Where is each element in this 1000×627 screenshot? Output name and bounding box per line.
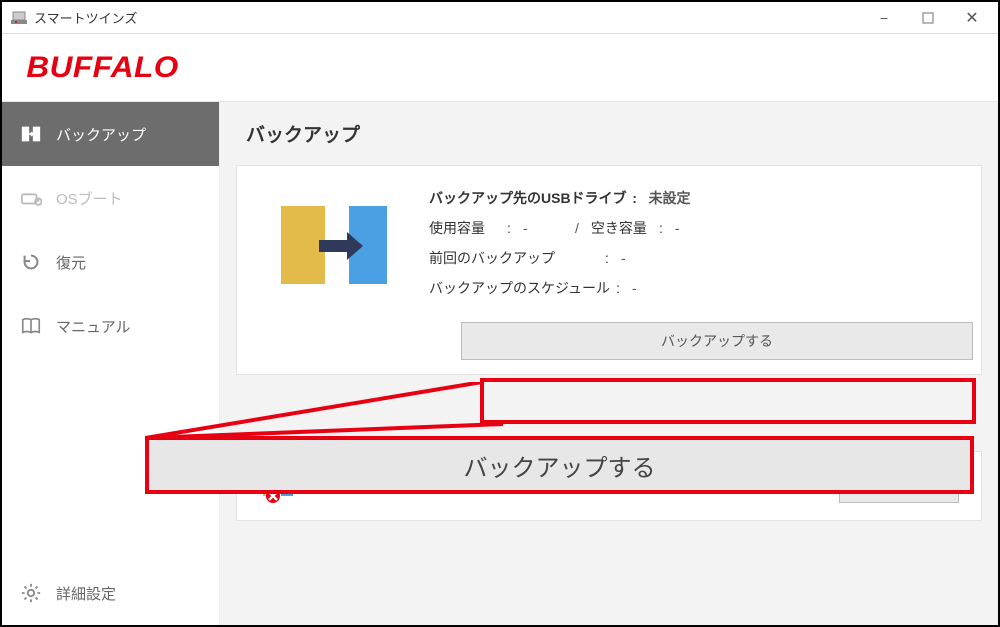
sidebar-item-settings[interactable]: 詳細設定 (2, 561, 219, 625)
sidebar-label: マニュアル (56, 316, 131, 337)
backup-illustration-icon (263, 196, 403, 296)
main-content: バックアップ バックアップ先のUSBドライブ : 未設定 (220, 102, 998, 625)
window-title: スマートツインズ (34, 8, 862, 27)
dest-label: バックアップ先のUSBドライブ (429, 188, 627, 208)
restore-icon (20, 251, 42, 273)
used-label: 使用容量 (429, 218, 501, 238)
minimize-button[interactable]: − (862, 3, 906, 33)
free-value: - (675, 220, 680, 236)
used-value: - (523, 220, 563, 236)
sidebar-item-backup[interactable]: バックアップ (2, 102, 219, 166)
window-titlebar: スマートツインズ − ✕ (2, 2, 998, 34)
annotation-highlight-large: バックアップする (145, 436, 974, 494)
backup-info: バックアップ先のUSBドライブ : 未設定 使用容量 : - / 空き容量 : … (429, 188, 959, 308)
manual-icon (20, 315, 42, 337)
sidebar-label: 詳細設定 (56, 583, 116, 604)
sidebar-item-restore[interactable]: 復元 (2, 230, 219, 294)
backup-icon (20, 123, 42, 145)
last-backup-value: - (621, 250, 661, 266)
schedule-value: - (632, 280, 672, 296)
brand-header: BUFFALO (2, 34, 998, 102)
page-title: バックアップ (246, 120, 972, 147)
sidebar: バックアップ OSブート 復元 マニュアル 詳細設定 (2, 102, 220, 625)
last-backup-label: 前回のバックアップ (429, 248, 599, 268)
schedule-label: バックアップのスケジュール (429, 278, 610, 298)
app-icon (10, 10, 28, 26)
sidebar-label: OSブート (56, 188, 123, 209)
sidebar-item-manual[interactable]: マニュアル (2, 294, 219, 358)
close-button[interactable]: ✕ (950, 3, 994, 33)
sidebar-item-osboot[interactable]: OSブート (2, 166, 219, 230)
backup-panel: バックアップ先のUSBドライブ : 未設定 使用容量 : - / 空き容量 : … (236, 165, 982, 375)
dest-value: 未設定 (649, 188, 691, 208)
page-header: バックアップ (220, 102, 998, 165)
osboot-icon (20, 187, 42, 209)
free-label: 空き容量 (591, 218, 653, 238)
brand-logo: BUFFALO (26, 51, 178, 85)
maximize-button[interactable] (906, 3, 950, 33)
backup-button[interactable]: バックアップする (461, 322, 973, 360)
gear-icon (20, 582, 42, 604)
sidebar-label: バックアップ (56, 124, 146, 145)
sidebar-label: 復元 (56, 252, 86, 273)
